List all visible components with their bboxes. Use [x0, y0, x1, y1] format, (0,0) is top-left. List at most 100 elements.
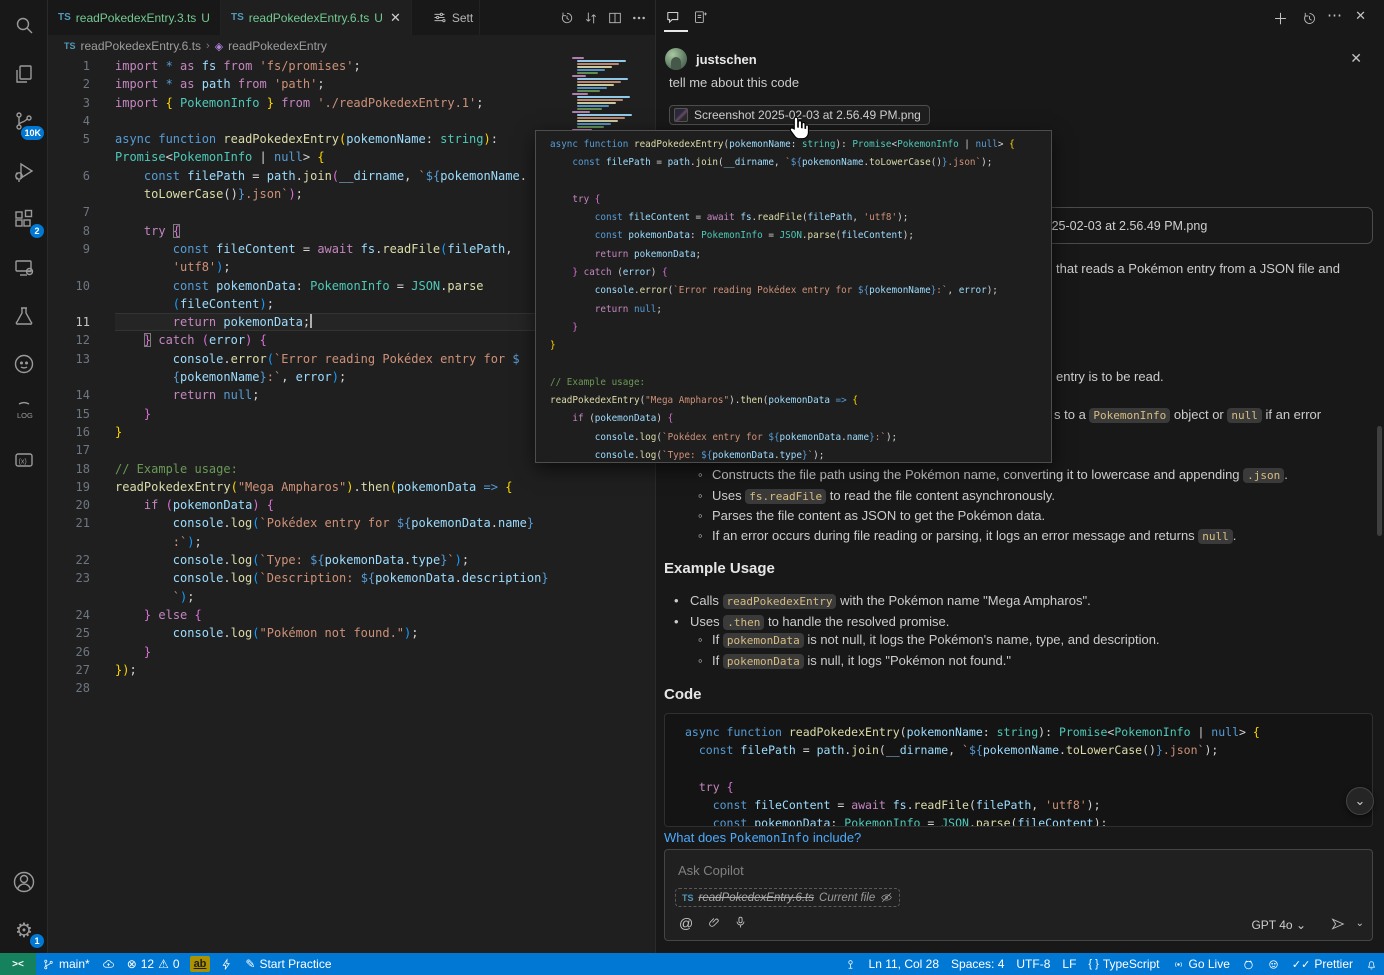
github-status-item[interactable] — [1236, 953, 1261, 975]
new-chat-icon[interactable]: ＋ — [1273, 8, 1288, 29]
response-code-block[interactable]: async function readPokedexEntry(pokemonN… — [664, 713, 1373, 827]
mention-icon[interactable]: @ — [679, 915, 693, 931]
cursor-position-item[interactable]: Ln 11, Col 28 — [863, 953, 946, 975]
settings-gear-icon[interactable]: ⚙ 1 — [0, 908, 48, 952]
code-line: 3import { PokemonInfo } from './readPoke… — [48, 94, 652, 112]
tab-readPokedexEntry-3[interactable]: TS readPokedexEntry.3.ts U — [48, 0, 221, 35]
eol-item[interactable]: LF — [1056, 953, 1082, 975]
scroll-down-button[interactable]: ⌄ — [1346, 787, 1374, 815]
explorer-icon[interactable] — [0, 52, 48, 96]
spell-checker-item[interactable]: ab — [190, 956, 211, 972]
code-line: 2import * as path from 'path'; — [48, 75, 652, 93]
vscode-window: 10K 2 LOG (x) ⚙ 1 TS readPokedexEntry.3.… — [0, 0, 1384, 975]
line-number — [48, 185, 90, 203]
git-branch-item[interactable]: main* — [36, 953, 96, 975]
source-control-icon[interactable]: 10K — [0, 100, 48, 144]
delete-message-icon[interactable]: ✕ — [1350, 50, 1362, 67]
attach-paperclip-icon[interactable] — [707, 915, 722, 933]
minimap-line — [577, 105, 609, 107]
chat-view-icon[interactable] — [665, 9, 682, 29]
encoding-item[interactable]: UTF-8 — [1010, 953, 1056, 975]
code-line: 20 if (pokemonData) { — [48, 496, 652, 514]
language-mode-item[interactable]: { }TypeScript — [1082, 953, 1165, 975]
github-icon[interactable] — [0, 342, 48, 386]
start-practice-item[interactable]: ✎Start Practice — [239, 953, 337, 975]
code-line — [685, 761, 1372, 779]
typescript-file-icon: TS — [64, 41, 76, 51]
model-picker[interactable]: GPT 4o ⌄ — [1251, 918, 1306, 932]
publish-sync-item[interactable] — [96, 953, 121, 975]
chat-input-box[interactable]: Ask Copilot TS readPokedexEntry.6.ts Cur… — [664, 849, 1373, 941]
chat-editor-icon[interactable] — [692, 9, 709, 29]
code-line: if (pokemonData) { — [550, 412, 1051, 430]
minimap-line — [577, 78, 628, 80]
extensions-icon[interactable]: 2 — [0, 198, 48, 242]
line-number: 20 — [48, 496, 90, 514]
custom-x-icon[interactable]: (x) — [0, 438, 48, 482]
inline-code: null — [1198, 529, 1233, 544]
breadcrumb-symbol[interactable]: readPokedexEntry — [228, 39, 327, 53]
inline-code: readPokedexEntry — [723, 594, 837, 609]
problems-item[interactable]: ⊗12 ⚠0 — [121, 953, 186, 975]
response-details-list: Constructs the file path using the Pokém… — [664, 465, 1374, 546]
chat-scrollbar[interactable] — [1377, 426, 1382, 536]
search-icon[interactable] — [0, 4, 48, 48]
list-item: If pokemonData is not null, it logs the … — [664, 630, 1374, 651]
testing-beaker-icon[interactable] — [0, 294, 48, 338]
minimap-line — [577, 63, 619, 65]
code-line: :`); — [48, 533, 652, 551]
lightning-item[interactable] — [214, 953, 239, 975]
accounts-icon[interactable] — [0, 860, 48, 904]
line-number: 21 — [48, 514, 90, 532]
tab-close-icon[interactable]: ✕ — [390, 10, 401, 26]
line-number: 12 — [48, 331, 90, 349]
minimap[interactable] — [572, 57, 634, 141]
line-number: 14 — [48, 386, 90, 404]
breadcrumb-file[interactable]: readPokedexEntry.6.ts — [81, 39, 202, 53]
context-file-chip[interactable]: TS readPokedexEntry.6.ts Current file — [675, 888, 900, 907]
typescript-file-icon: TS — [231, 12, 244, 23]
code-line: 28 — [48, 679, 652, 697]
code-line: 19readPokedexEntry("Mega Ampharos").then… — [48, 478, 652, 496]
close-panel-icon[interactable]: ✕ — [1355, 8, 1366, 24]
run-debug-icon[interactable] — [0, 150, 48, 194]
line-number: 11 — [48, 313, 90, 331]
activity-bar: 10K 2 LOG (x) ⚙ 1 — [0, 0, 48, 953]
prettier-item[interactable]: ✓✓Prettier — [1286, 953, 1359, 975]
split-editor-icon[interactable] — [607, 10, 623, 26]
indentation-item[interactable]: Spaces: 4 — [945, 953, 1010, 975]
remote-explorer-icon[interactable] — [0, 246, 48, 290]
editor-actions — [559, 0, 655, 35]
microphone-icon[interactable] — [733, 915, 748, 933]
compare-changes-icon[interactable] — [583, 10, 599, 26]
timeline-history-icon[interactable] — [559, 10, 575, 26]
code-line: const fileContent = await fs.readFile(fi… — [685, 797, 1372, 815]
pets-item[interactable] — [1261, 953, 1286, 975]
line-number: 19 — [48, 478, 90, 496]
remote-indicator[interactable]: >< — [0, 953, 36, 975]
more-actions-icon[interactable] — [631, 10, 647, 26]
notifications-bell-icon[interactable] — [1359, 953, 1384, 975]
line-number: 24 — [48, 606, 90, 624]
output-log-icon[interactable]: LOG — [0, 390, 48, 434]
typescript-file-icon: TS — [682, 893, 694, 903]
line-number — [48, 258, 90, 276]
line-number: 15 — [48, 405, 90, 423]
tab-readPokedexEntry-6[interactable]: TS readPokedexEntry.6.ts U ✕ — [221, 0, 412, 35]
code-line: return null; — [550, 303, 1051, 321]
followup-suggestion-link[interactable]: What does PokemonInfo include? — [664, 830, 861, 845]
code-line: console.log(`Pokédex entry for ${pokemon… — [550, 431, 1051, 449]
send-options-chevron-icon[interactable]: ⌄ — [1356, 918, 1364, 929]
more-actions-icon[interactable]: ⋯ — [1327, 6, 1342, 24]
minimap-line — [577, 84, 614, 86]
eye-off-icon[interactable] — [880, 891, 893, 904]
ports-item[interactable] — [838, 953, 863, 975]
inline-code: null — [1227, 408, 1262, 423]
tab-settings-partial[interactable]: Sett — [422, 0, 480, 35]
code-line: 26 } — [48, 643, 652, 661]
chat-history-icon[interactable] — [1301, 10, 1318, 30]
extensions-badge: 2 — [30, 224, 44, 238]
response-example-sublist: If pokemonData is not null, it logs the … — [664, 630, 1374, 671]
send-icon[interactable] — [1330, 916, 1346, 935]
go-live-item[interactable]: Go Live — [1166, 953, 1236, 975]
